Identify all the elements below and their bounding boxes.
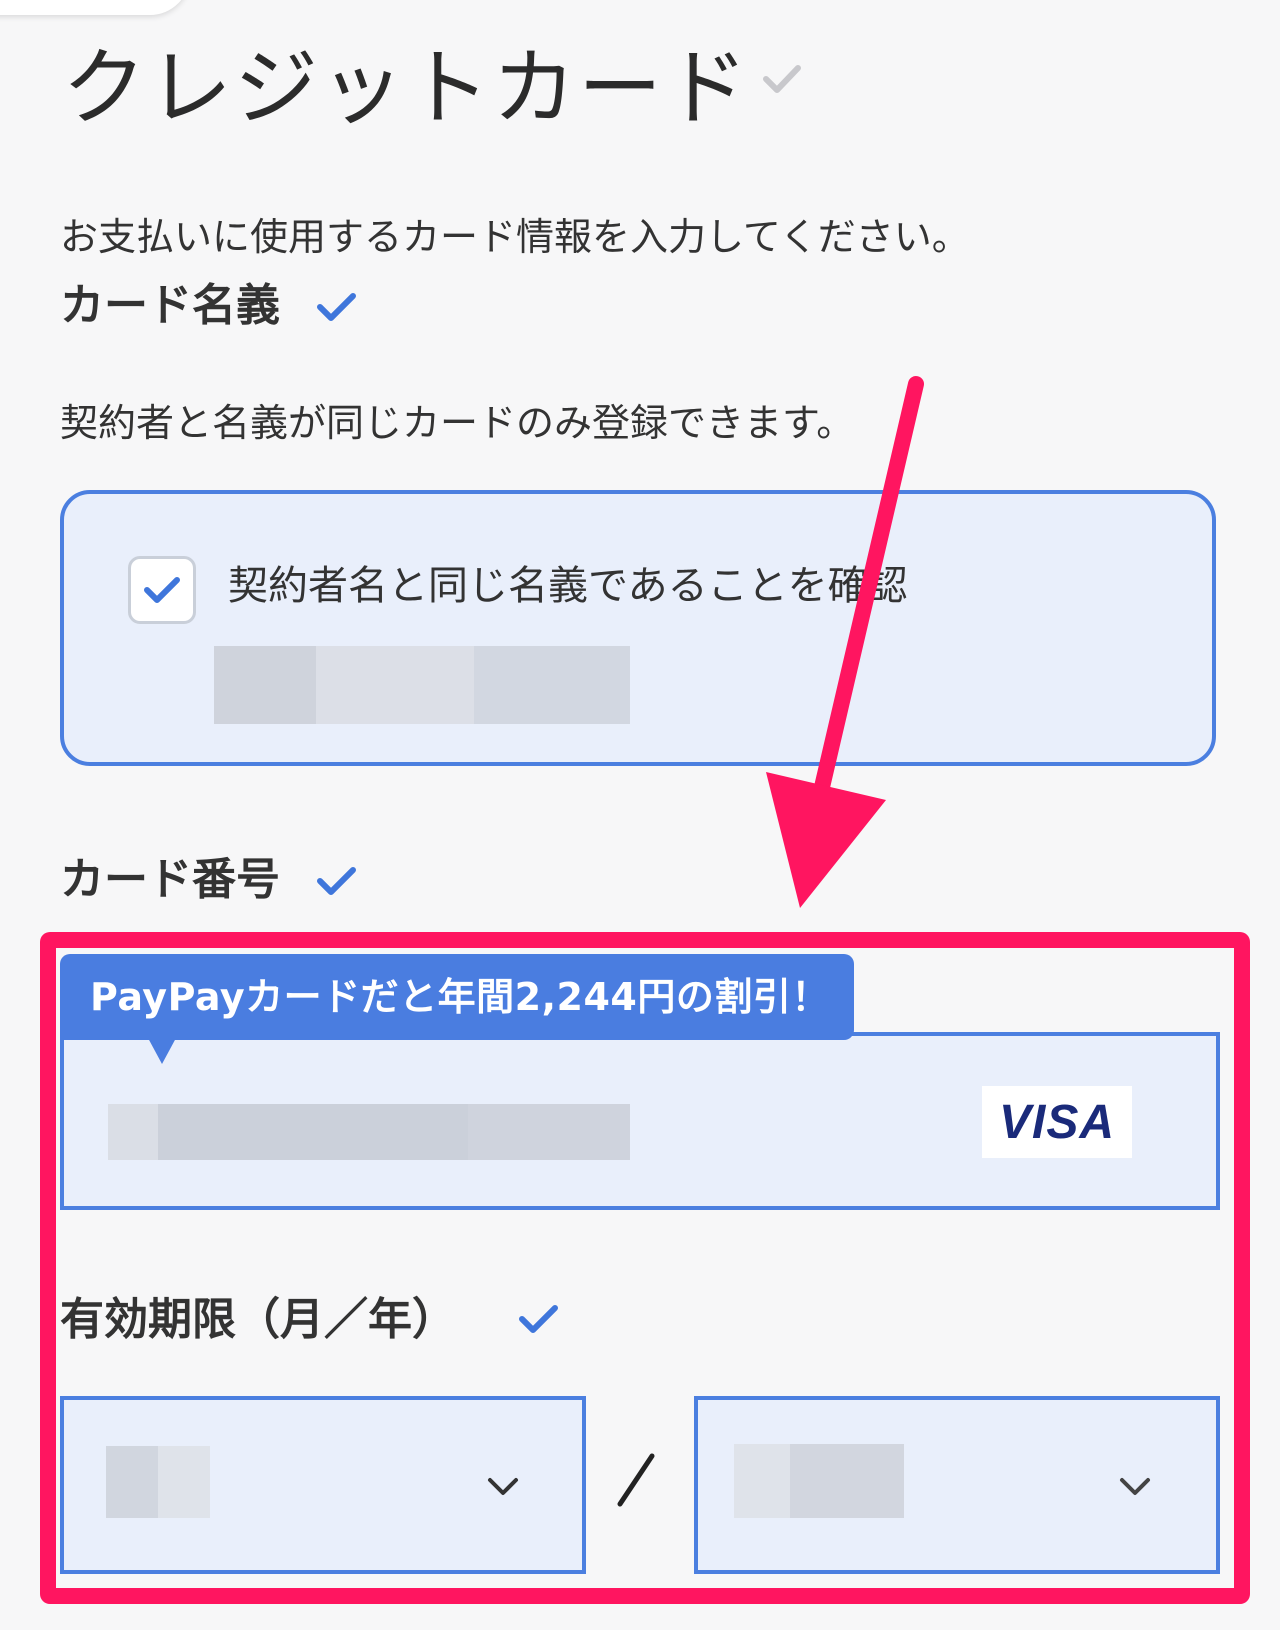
annotation-arrow xyxy=(766,376,924,908)
